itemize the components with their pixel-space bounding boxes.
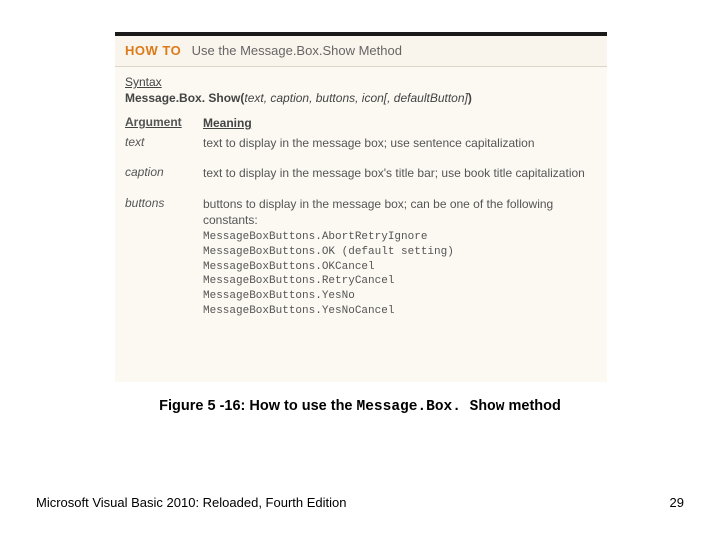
howto-header: HOW TO Use the Message.Box.Show Method — [115, 36, 607, 67]
constant-item: MessageBoxButtons.YesNo — [203, 289, 597, 304]
syntax-optional: [, defaultButton] — [384, 91, 468, 105]
constant-item: MessageBoxButtons.OK (default setting) — [203, 245, 597, 260]
arg-name: text — [125, 135, 203, 151]
constant-item: MessageBoxButtons.RetryCancel — [203, 274, 597, 289]
arg-meaning: buttons to display in the message box; c… — [203, 196, 597, 319]
arg-name: caption — [125, 165, 203, 181]
caption-prefix: Figure 5 -16: How to use the — [159, 398, 356, 414]
args-header: Argument Meaning — [125, 115, 597, 131]
arg-name: buttons — [125, 196, 203, 319]
arg-row-caption: caption text to display in the message b… — [125, 165, 597, 181]
slide: HOW TO Use the Message.Box.Show Method S… — [0, 0, 720, 540]
howto-title: Use the Message.Box.Show Method — [192, 43, 402, 58]
constant-item: MessageBoxButtons.AbortRetryIgnore — [203, 230, 597, 245]
syntax-label: Syntax — [125, 75, 597, 89]
arg-row-buttons: buttons buttons to display in the messag… — [125, 196, 597, 319]
page-number: 29 — [670, 495, 684, 510]
arg-meaning-intro: buttons to display in the message box; c… — [203, 197, 553, 227]
arg-meaning: text to display in the message box; use … — [203, 135, 597, 151]
syntax-line: Message.Box. Show(text, caption, buttons… — [125, 91, 597, 105]
args-header-name: Argument — [125, 115, 203, 131]
syntax-bold-close: ) — [468, 91, 472, 105]
syntax-args: text, caption, buttons, icon — [244, 91, 383, 105]
howto-label: HOW TO — [125, 43, 181, 58]
constants-list: MessageBoxButtons.AbortRetryIgnore Messa… — [203, 230, 597, 319]
args-table: Argument Meaning text text to display in… — [115, 115, 607, 319]
figure-caption: Figure 5 -16: How to use the Message.Box… — [0, 398, 720, 415]
constant-item: MessageBoxButtons.OKCancel — [203, 260, 597, 275]
caption-mono: Message.Box. Show — [357, 399, 505, 415]
args-header-meaning: Meaning — [203, 115, 597, 131]
arg-meaning: text to display in the message box's tit… — [203, 165, 597, 181]
syntax-bold-open: Message.Box. Show( — [125, 91, 244, 105]
arg-row-text: text text to display in the message box;… — [125, 135, 597, 151]
constant-item: MessageBoxButtons.YesNoCancel — [203, 304, 597, 319]
syntax-section: Syntax Message.Box. Show(text, caption, … — [115, 67, 607, 115]
footer-text: Microsoft Visual Basic 2010: Reloaded, F… — [36, 495, 346, 510]
caption-suffix: method — [504, 398, 560, 414]
howto-box: HOW TO Use the Message.Box.Show Method S… — [115, 32, 607, 382]
